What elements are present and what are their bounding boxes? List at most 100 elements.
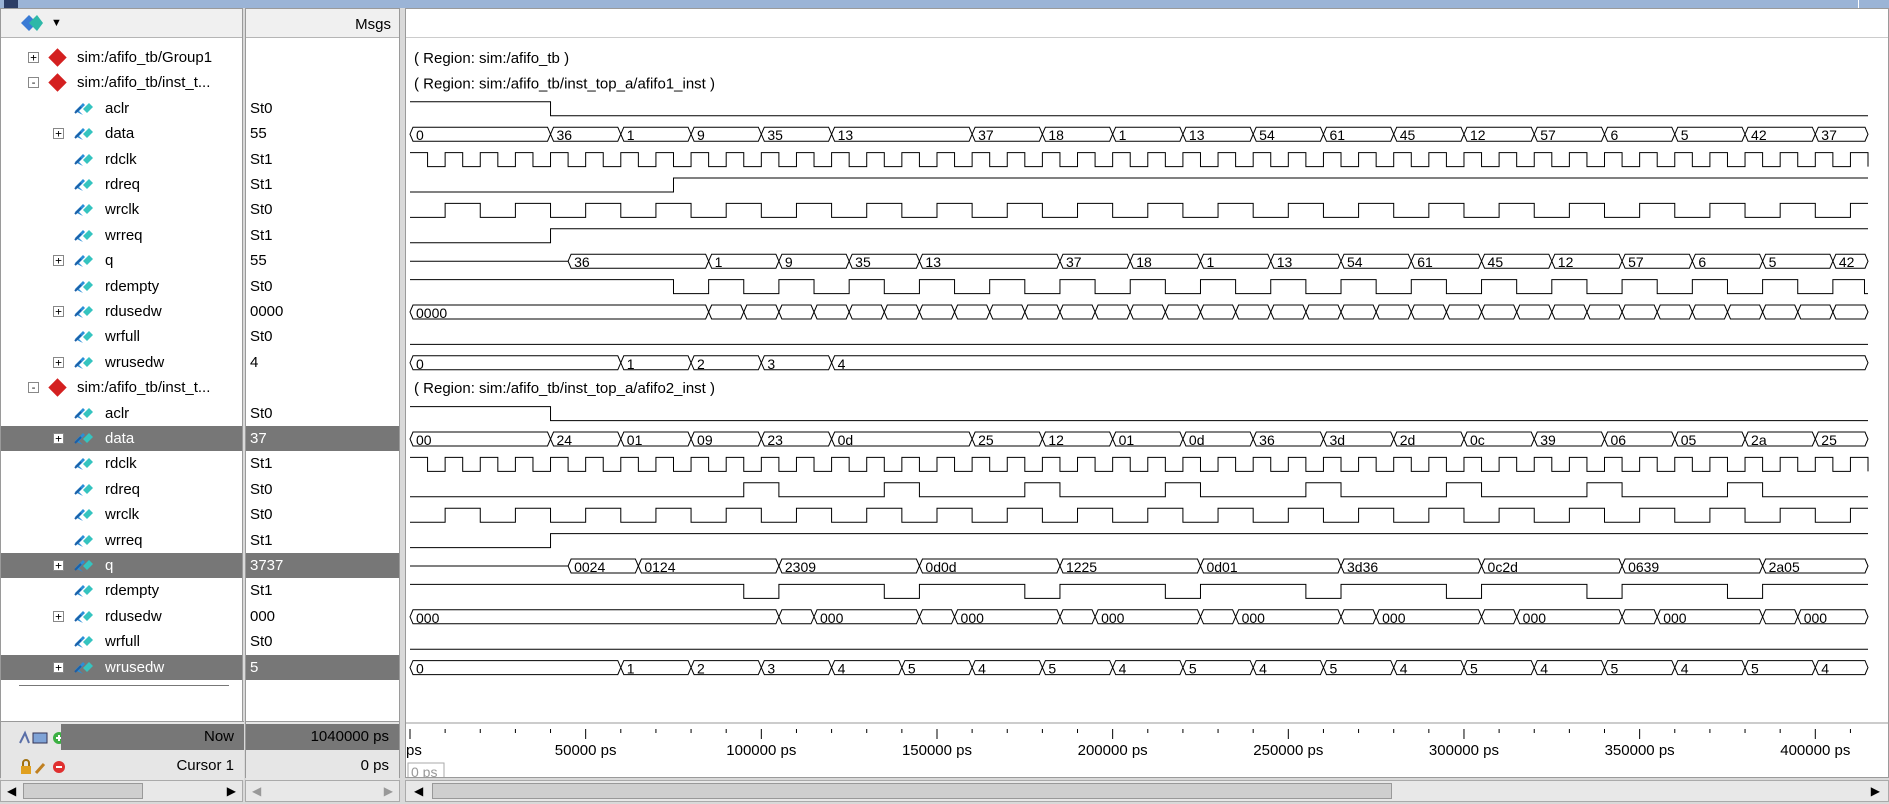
signal-row[interactable]: rdempty — [1, 274, 242, 299]
now-label-cell: Now — [61, 724, 244, 750]
signal-icon — [74, 331, 93, 344]
values-scrollbar[interactable]: ◀ ▶ — [245, 780, 400, 802]
signal-icon — [74, 407, 93, 420]
expand-icon[interactable]: + — [53, 610, 64, 622]
region-label: ( Region: sim:/afifo_tb ) — [414, 50, 569, 67]
bit-trace — [410, 279, 1868, 295]
waveform-scrollbar[interactable]: ◀ ▶ — [405, 780, 1889, 802]
timeline-label: ps — [406, 742, 422, 759]
expand-icon[interactable]: + — [53, 356, 64, 368]
waveform-canvas[interactable]: ( Region: sim:/afifo_tb ) ( Region: sim:/… — [406, 9, 1888, 777]
bus-segment — [1235, 304, 1272, 320]
group-row[interactable]: + sim:/afifo_tb/Group1 — [1, 45, 242, 70]
bus-segment — [1059, 609, 1096, 625]
signal-icon — [74, 483, 93, 496]
signal-row[interactable]: rdclk — [1, 147, 242, 172]
zoom-icon[interactable] — [19, 730, 30, 744]
signal-value — [246, 375, 399, 400]
signal-row[interactable]: + data — [1, 121, 242, 146]
signal-value: St1 — [250, 226, 273, 244]
expand-icon[interactable]: + — [28, 52, 39, 63]
expand-icon[interactable]: + — [53, 661, 64, 673]
bus-value: 000 — [820, 610, 844, 626]
signal-name: wrreq — [105, 226, 143, 244]
signal-value: St0 — [250, 506, 273, 524]
bus-value: 01 — [1119, 432, 1135, 448]
names-scroll-thumb[interactable] — [23, 783, 143, 799]
signal-row[interactable]: wrclk — [1, 502, 242, 527]
bus-value: 13 — [1277, 254, 1293, 270]
bus-segment — [743, 304, 780, 320]
names-scrollbar[interactable]: ◀ ▶ — [0, 780, 243, 802]
signal-row[interactable]: wrreq — [1, 223, 242, 248]
cursor-value-cell: 0 ps — [246, 753, 399, 779]
signal-row[interactable]: aclr — [1, 96, 242, 121]
waveform-scroll-thumb[interactable] — [432, 783, 1392, 799]
screen-icon[interactable] — [32, 732, 48, 744]
group-row[interactable]: - sim:/afifo_tb/inst_t... — [1, 70, 242, 95]
signal-row[interactable]: + wrusedw — [1, 654, 242, 680]
bus-value: 4 — [838, 356, 846, 372]
expand-icon[interactable]: + — [53, 560, 64, 571]
signal-row[interactable]: + data — [1, 426, 242, 451]
scroll-right-icon[interactable]: ▶ — [227, 784, 236, 798]
signal-row[interactable]: aclr — [1, 401, 242, 426]
bus-value: 000 — [961, 610, 985, 626]
scroll-right-icon[interactable]: ▶ — [1871, 784, 1880, 798]
expand-icon[interactable]: + — [53, 433, 64, 444]
signal-row[interactable]: rdclk — [1, 451, 242, 476]
signal-row[interactable]: + q — [1, 248, 242, 273]
bus-value: 4 — [1681, 661, 1689, 677]
list-end-divider — [19, 685, 229, 686]
timeline-label: 150000 ps — [902, 742, 972, 759]
timeline-label: 100000 ps — [726, 742, 796, 759]
scroll-left-icon[interactable]: ◀ — [414, 784, 423, 798]
scroll-left-icon[interactable]: ◀ — [7, 784, 16, 798]
signal-row[interactable]: rdempty — [1, 578, 242, 603]
bus-segment — [1305, 304, 1342, 320]
scroll-right-icon[interactable]: ▶ — [384, 784, 393, 798]
bus-value: 0639 — [1628, 559, 1659, 575]
window-close-icon[interactable] — [1858, 0, 1883, 8]
bus-segment — [1410, 304, 1447, 320]
waveform-pane[interactable]: ( Region: sim:/afifo_tb ) ( Region: sim:/… — [405, 8, 1889, 778]
signal-icon — [74, 433, 93, 445]
bus-value: 3 — [767, 661, 775, 677]
signal-row[interactable]: wrfull — [1, 324, 242, 349]
chevron-down-icon[interactable]: ▼ — [51, 17, 62, 29]
collapse-icon[interactable]: - — [28, 77, 39, 89]
signal-row[interactable]: rdreq — [1, 477, 242, 502]
waveform-tool-icon[interactable] — [19, 13, 45, 33]
bus-value: 25 — [978, 432, 994, 448]
signal-icon — [74, 585, 93, 598]
bus-value: 36 — [1259, 432, 1275, 448]
collapse-icon[interactable]: - — [28, 382, 39, 394]
signal-row[interactable]: wrreq — [1, 528, 242, 553]
bus-segment — [1551, 304, 1588, 320]
signal-value: 37 — [246, 426, 399, 451]
signal-row[interactable]: + wrusedw — [1, 350, 242, 375]
expand-icon[interactable]: + — [53, 128, 64, 140]
signal-icon — [74, 356, 93, 369]
signal-name: wrclk — [105, 201, 140, 219]
window-system-icon[interactable] — [4, 0, 18, 8]
expand-icon[interactable]: + — [53, 306, 64, 317]
signal-icon — [74, 661, 93, 674]
bus-value: 13 — [1189, 127, 1205, 143]
expand-icon[interactable]: + — [53, 255, 64, 267]
group-row[interactable]: - sim:/afifo_tb/inst_t... — [1, 375, 242, 400]
signal-row[interactable]: + q — [1, 553, 242, 578]
signal-row[interactable]: + rdusedw — [1, 299, 242, 324]
signal-row[interactable]: wrfull — [1, 629, 242, 654]
bus-segment — [409, 609, 780, 625]
bus-value: 1 — [715, 254, 723, 270]
signal-row[interactable]: rdreq — [1, 172, 242, 197]
bus-segment — [409, 660, 622, 676]
signal-value: St1 — [250, 176, 273, 193]
signal-row[interactable]: + rdusedw — [1, 604, 242, 629]
signal-row[interactable]: wrclk — [1, 197, 242, 222]
bus-value: 1 — [1206, 254, 1214, 270]
scroll-left-icon[interactable]: ◀ — [252, 784, 261, 798]
signal-name: aclr — [105, 99, 130, 117]
bus-value: 0 — [416, 356, 424, 372]
